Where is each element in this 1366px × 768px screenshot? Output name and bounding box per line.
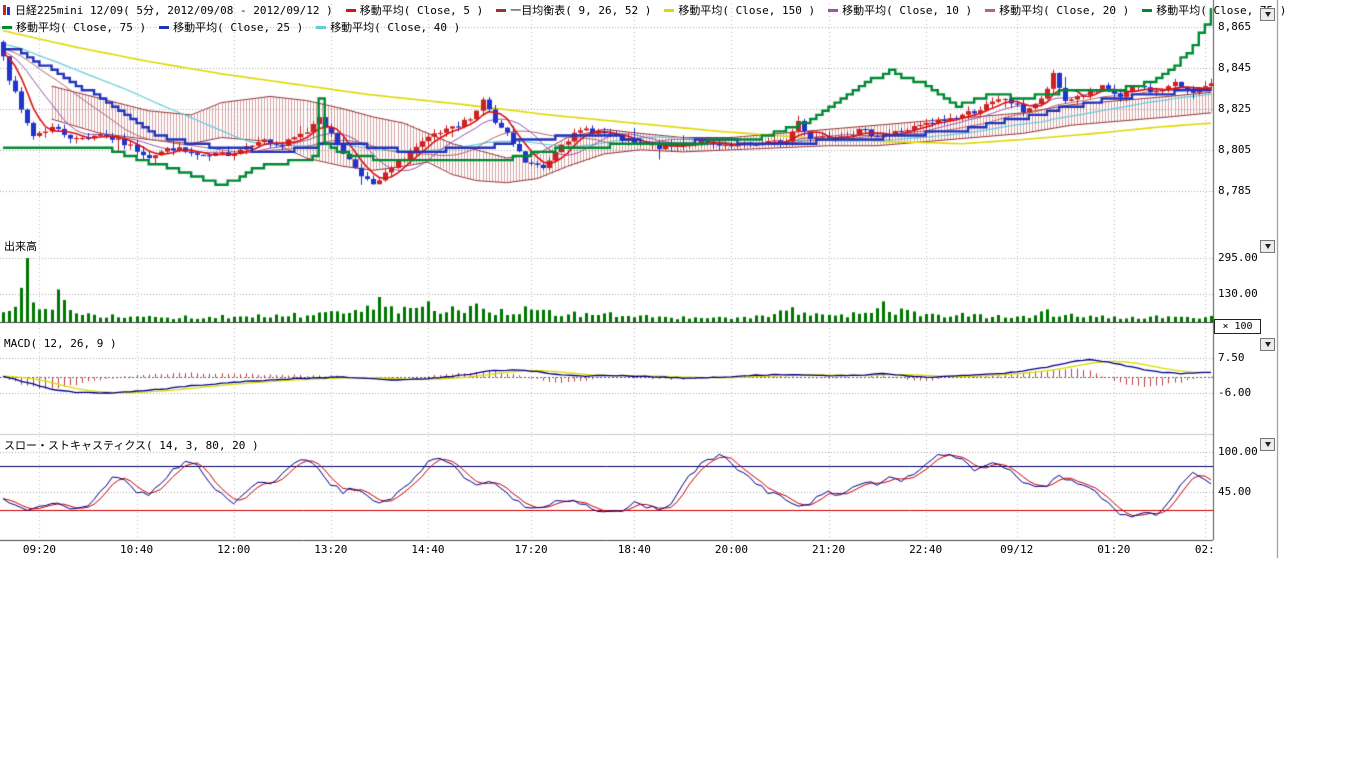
legend-item[interactable]: 移動平均( Close, 40 ) — [316, 19, 460, 35]
legend-item[interactable]: 移動平均( Close, 10 ) — [828, 2, 972, 18]
time-axis-label: 01:20 — [1092, 543, 1136, 556]
volume-axis-tick: 130.00 — [1218, 287, 1258, 300]
legend-item[interactable]: 移動平均( Close, 20 ) — [985, 2, 1129, 18]
volume-axis-tick: 295.00 — [1218, 251, 1258, 264]
stoch-pane-scroll-down-button[interactable] — [1260, 438, 1275, 451]
time-axis-label: 22:40 — [904, 543, 948, 556]
volume-unit-badge: × 100 — [1214, 319, 1261, 334]
series-color-swatch — [346, 9, 356, 12]
legend-item[interactable]: 移動平均( Close, 25 ) — [159, 19, 303, 35]
price-axis-tick: 8,865 — [1218, 20, 1251, 33]
legend-label: 移動平均( Close, 5 ) — [360, 2, 483, 18]
price-axis-tick: 8,845 — [1218, 61, 1251, 74]
time-axis-label: 20:00 — [709, 543, 753, 556]
legend-label: 日経225mini 12/09( 5分, 2012/09/08 - 2012/0… — [15, 2, 333, 18]
legend-item[interactable]: 移動平均( Close, 5 ) — [346, 2, 483, 18]
volume-pane-title: 出来高 — [4, 238, 37, 254]
legend-label: 移動平均( Close, 10 ) — [842, 2, 972, 18]
price-axis-tick: 8,825 — [1218, 102, 1251, 115]
series-color-swatch — [496, 9, 506, 12]
time-axis-label: 09:20 — [17, 543, 61, 556]
time-axis-label: 12:00 — [212, 543, 256, 556]
legend-row-2: 移動平均( Close, 75 ) 移動平均( Close, 25 ) 移動平均( … — [2, 20, 473, 34]
legend-row-1: 日経225mini 12/09( 5分, 2012/09/08 - 2012/0… — [2, 3, 1299, 17]
price-pane-scroll-down-button[interactable] — [1260, 8, 1275, 21]
legend-label: 移動平均( Close, 150 ) — [678, 2, 815, 18]
series-color-swatch — [2, 26, 12, 29]
time-axis-label: 21:20 — [807, 543, 851, 556]
series-color-swatch — [985, 9, 995, 12]
time-axis-label: 13:20 — [309, 543, 353, 556]
candlestick-icon — [2, 5, 11, 15]
time-axis-label: 10:40 — [115, 543, 159, 556]
time-axis-label: 17:20 — [509, 543, 553, 556]
legend-label: 一目均衡表( 9, 26, 52 ) — [510, 2, 651, 18]
stoch-axis-tick: 100.00 — [1218, 445, 1258, 458]
series-color-swatch — [828, 9, 838, 12]
legend-item[interactable]: 一目均衡表( 9, 26, 52 ) — [496, 2, 651, 18]
stoch-axis-tick: 45.00 — [1218, 485, 1251, 498]
series-color-swatch — [664, 9, 674, 12]
time-axis: 09:20 10:40 12:00 13:20 14:40 17:20 18:40 20:00… — [0, 543, 1214, 558]
legend-item[interactable]: 移動平均( Close, 75 ) — [2, 19, 146, 35]
time-axis-label: 02: — [1183, 543, 1214, 556]
volume-pane-scroll-down-button[interactable] — [1260, 240, 1275, 253]
time-axis-label: 14:40 — [406, 543, 450, 556]
chart-canvas[interactable] — [0, 0, 1366, 768]
legend-item[interactable]: 日経225mini 12/09( 5分, 2012/09/08 - 2012/0… — [2, 2, 333, 18]
macd-axis-tick: -6.00 — [1218, 386, 1251, 399]
price-axis-tick: 8,805 — [1218, 143, 1251, 156]
chevron-down-icon — [1265, 442, 1271, 447]
macd-pane-scroll-down-button[interactable] — [1260, 338, 1275, 351]
macd-axis-tick: 7.50 — [1218, 351, 1245, 364]
series-color-swatch — [316, 26, 326, 29]
series-color-swatch — [1142, 9, 1152, 12]
series-color-swatch — [159, 26, 169, 29]
time-axis-label: 09/12 — [995, 543, 1039, 556]
macd-pane-title: MACD( 12, 26, 9 ) — [4, 337, 117, 350]
legend-item[interactable]: 移動平均( Close, 150 ) — [664, 2, 815, 18]
chevron-down-icon — [1265, 244, 1271, 249]
legend-label: 移動平均( Close, 75 ) — [16, 19, 146, 35]
chevron-down-icon — [1265, 342, 1271, 347]
time-axis-label: 18:40 — [612, 543, 656, 556]
chevron-down-icon — [1265, 12, 1271, 17]
stoch-pane-title: スロー・ストキャスティクス( 14, 3, 80, 20 ) — [4, 437, 259, 453]
legend-label: 移動平均( Close, 40 ) — [330, 19, 460, 35]
price-axis-tick: 8,785 — [1218, 184, 1251, 197]
legend-label: 移動平均( Close, 20 ) — [999, 2, 1129, 18]
legend-label: 移動平均( Close, 25 ) — [173, 19, 303, 35]
